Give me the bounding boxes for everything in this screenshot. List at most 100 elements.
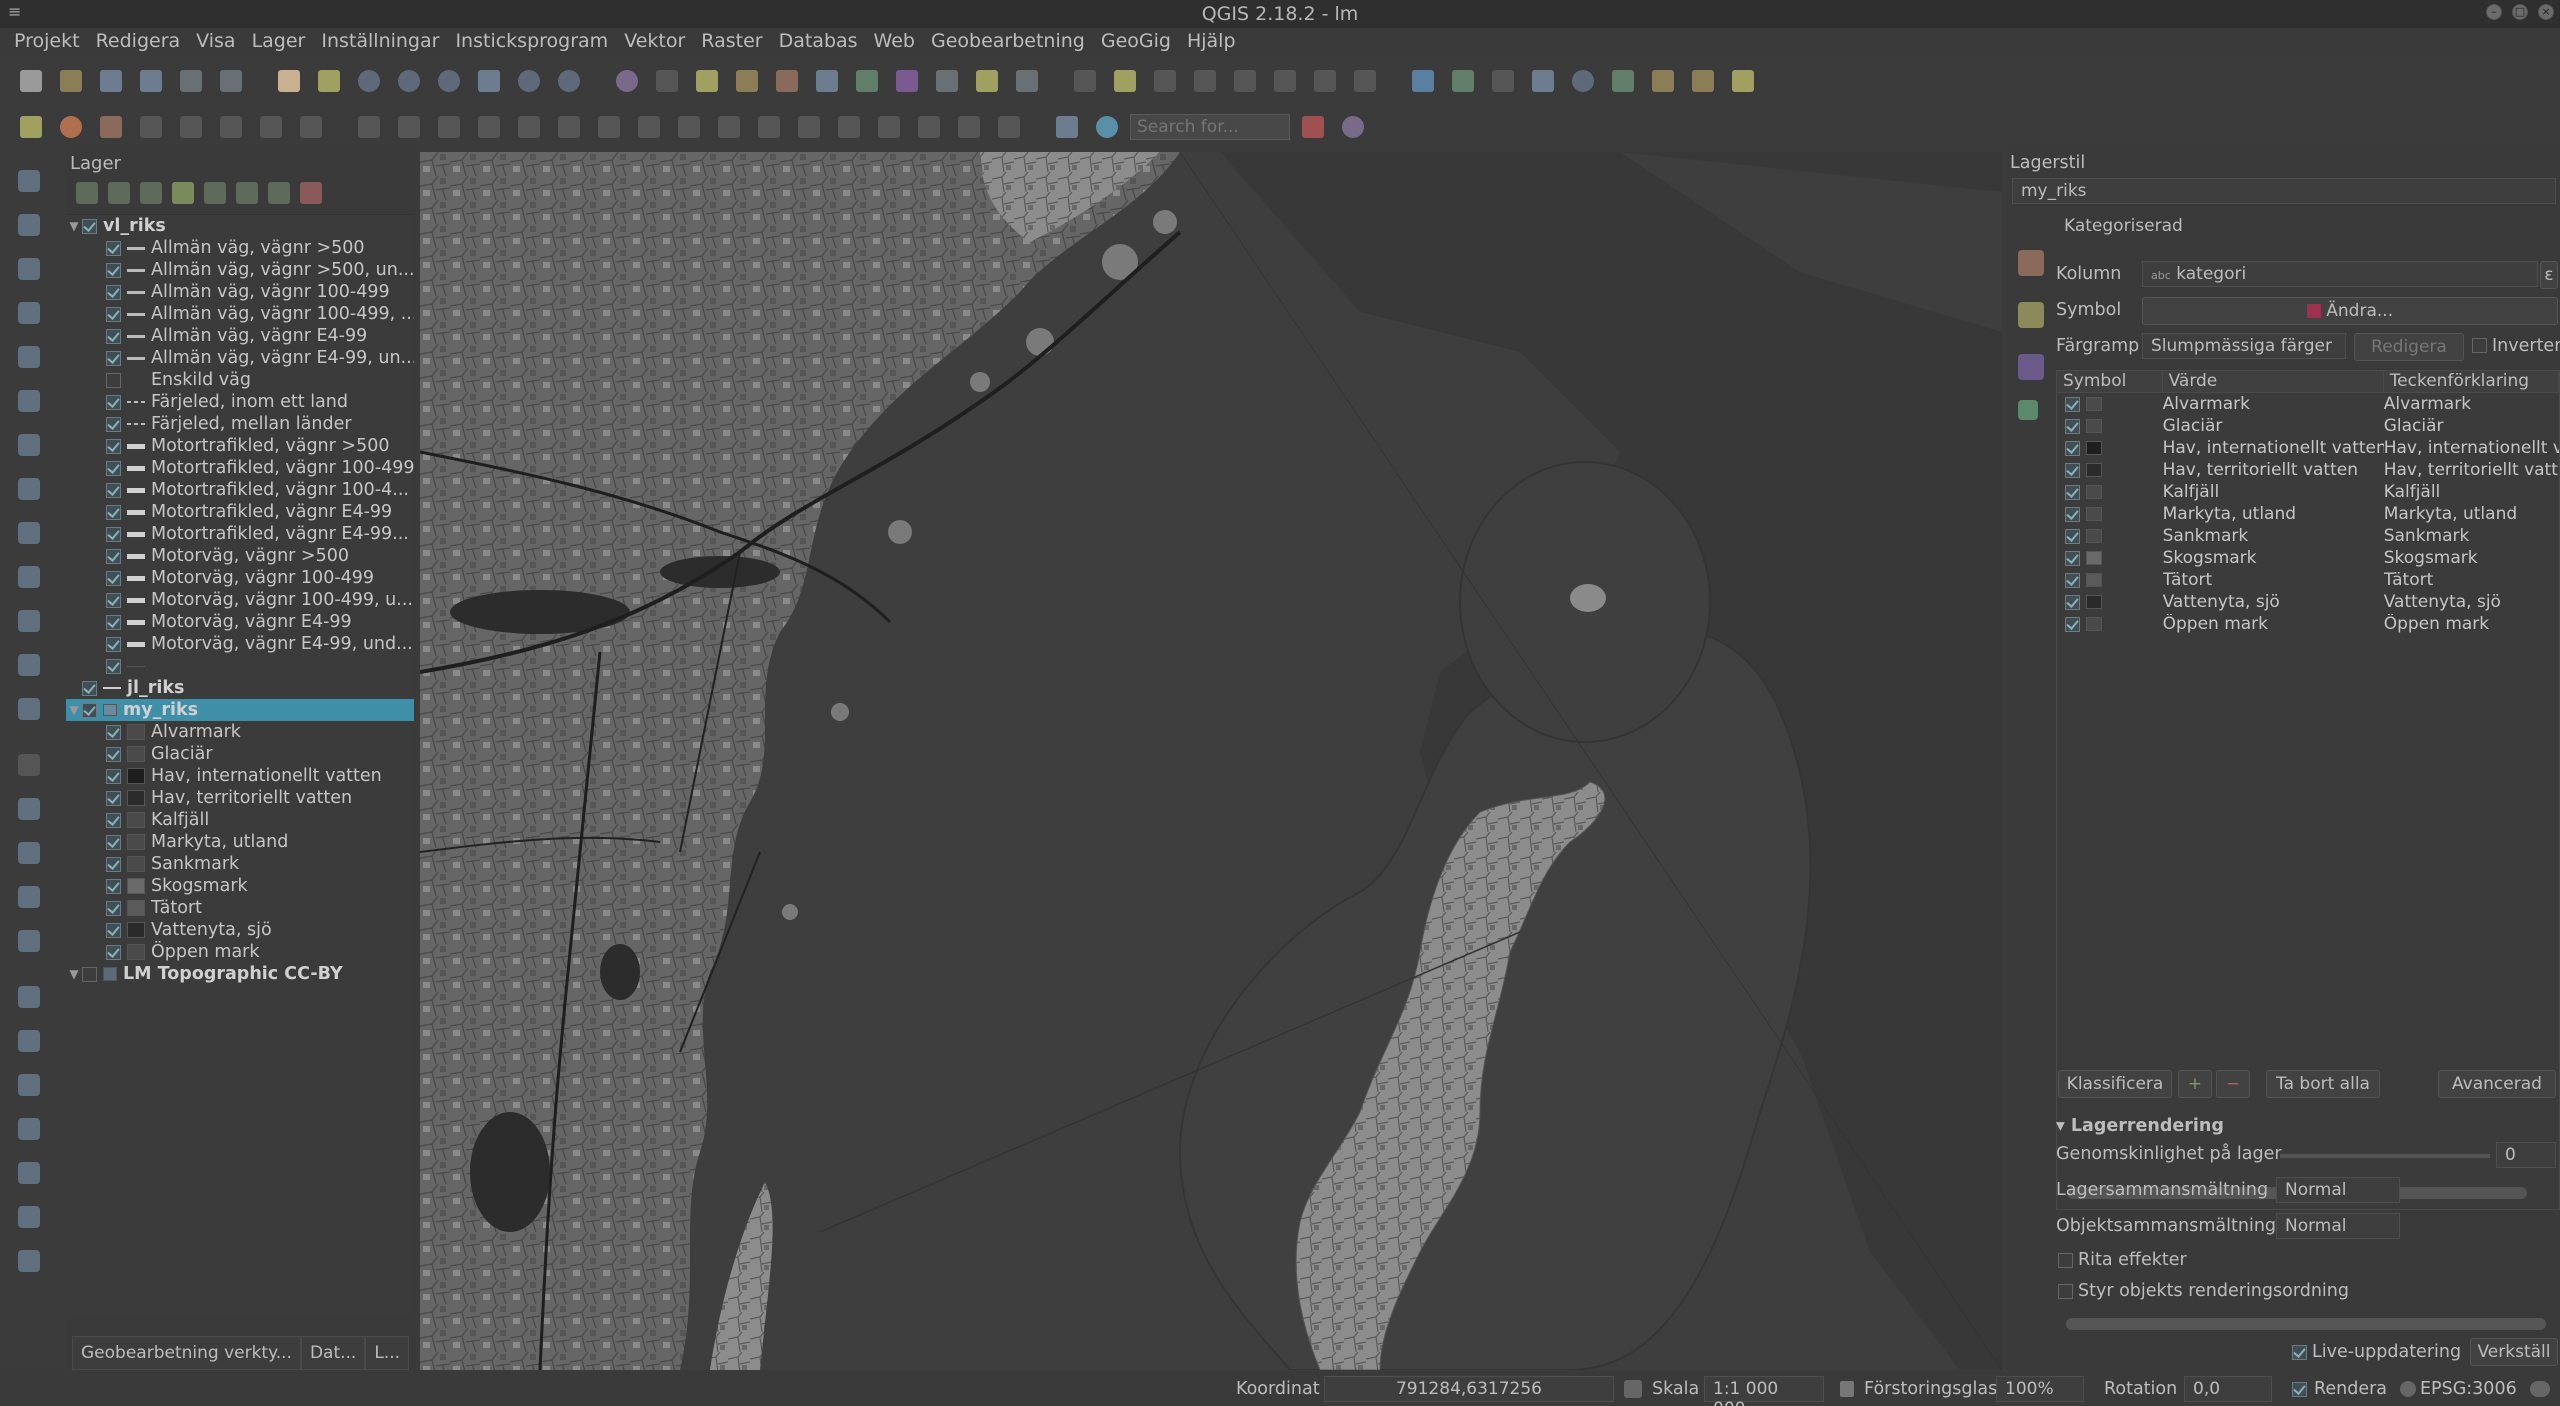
manage-visibility-icon[interactable] — [140, 182, 162, 204]
collapse-arrow-icon[interactable]: ▼ — [66, 703, 82, 717]
category-checkbox[interactable] — [2065, 506, 2080, 522]
adv-digitize-4-button[interactable] — [632, 110, 666, 144]
layer-item[interactable]: Motortrafikled, vägnr >500 — [66, 435, 414, 457]
category-item[interactable]: Tätort — [66, 897, 414, 919]
layer-item[interactable]: Motorväg, vägnr E4-99, und... — [66, 633, 414, 655]
category-legend[interactable]: Sankmark — [2384, 526, 2559, 546]
add-postgis-button[interactable] — [12, 296, 46, 330]
layer-checkbox[interactable] — [106, 416, 121, 432]
category-swatch[interactable] — [2086, 441, 2102, 455]
add-oracle-button[interactable] — [12, 560, 46, 594]
digitize-1-button[interactable] — [352, 110, 386, 144]
category-checkbox[interactable] — [2065, 572, 2080, 588]
category-item[interactable]: Sankmark — [66, 853, 414, 875]
layer-item[interactable]: Färjeled, inom ett land — [66, 391, 414, 413]
select-features-button[interactable] — [690, 64, 724, 98]
add-globe-b-button[interactable] — [12, 924, 46, 958]
layer-checkbox[interactable] — [106, 504, 121, 520]
category-legend[interactable]: Skogsmark — [2384, 548, 2559, 568]
adv-digitize-3-button[interactable] — [592, 110, 626, 144]
category-value[interactable]: Öppen mark — [2163, 614, 2384, 634]
rotation-spinbox[interactable]: 0,0 — [2184, 1376, 2272, 1402]
layer-checkbox[interactable] — [106, 438, 121, 454]
category-checkbox[interactable] — [2065, 528, 2080, 544]
col-legend-header[interactable]: Teckenförklaring — [2384, 371, 2559, 392]
category-value[interactable]: Tätort — [2163, 570, 2384, 590]
expression-button[interactable]: ε — [2540, 261, 2558, 289]
category-item[interactable]: Hav, territoriellt vatten — [66, 787, 414, 809]
add-map-c-button[interactable] — [12, 1112, 46, 1146]
zoom-out-button[interactable] — [392, 64, 426, 98]
field-calculator-button[interactable] — [850, 64, 884, 98]
category-swatch[interactable] — [2086, 463, 2102, 477]
extents-toggle-icon[interactable] — [1624, 1380, 1642, 1398]
layer-item[interactable]: Motortrafikled, vägnr E4-99... — [66, 523, 414, 545]
diagram-button[interactable] — [54, 110, 88, 144]
zoom-layer-button[interactable] — [552, 64, 586, 98]
plugin-refresh-button[interactable] — [1566, 64, 1600, 98]
zoom-full-button[interactable] — [472, 64, 506, 98]
scale-select[interactable]: 1:1 000 000 — [1704, 1376, 1824, 1406]
collapse-arrow-icon[interactable]: ▼ — [66, 219, 82, 233]
layer-item[interactable]: Motorväg, vägnr >500 — [66, 545, 414, 567]
layer-checkbox[interactable] — [106, 328, 121, 344]
add-diamond-button[interactable] — [12, 836, 46, 870]
tab-layers[interactable]: L... — [365, 1336, 410, 1370]
layer-item[interactable]: Allmän väg, vägnr 100-499, ... — [66, 303, 414, 325]
menu-geogig[interactable]: GeoGig — [1093, 28, 1179, 56]
zoom-1-1-button[interactable] — [432, 64, 466, 98]
tab-processing-toolbox[interactable]: Geobearbetning verkty... — [72, 1336, 301, 1370]
add-vector-button[interactable] — [12, 164, 46, 198]
symbol-change-button[interactable]: Ändra... — [2142, 297, 2558, 325]
layer-item[interactable]: Färjeled, mellan länder — [66, 413, 414, 435]
composer-manager-button[interactable] — [214, 64, 248, 98]
toggle-editing-button[interactable] — [1108, 64, 1142, 98]
col-symbol-header[interactable]: Symbol — [2057, 371, 2163, 392]
add-raster-button[interactable] — [12, 208, 46, 242]
adv-digitize-8-button[interactable] — [792, 110, 826, 144]
adv-digitize-2-button[interactable] — [552, 110, 586, 144]
category-swatch[interactable] — [2086, 573, 2102, 587]
menu-lager[interactable]: Lager — [244, 28, 314, 56]
symbology-icon[interactable] — [2018, 250, 2044, 276]
layer-checkbox[interactable] — [106, 922, 121, 938]
category-swatch[interactable] — [2086, 397, 2102, 411]
layer-item[interactable]: Enskild väg — [66, 369, 414, 391]
category-swatch[interactable] — [2086, 529, 2102, 543]
search-icon-button[interactable] — [1090, 110, 1124, 144]
layer-group-my-riks[interactable]: ▼ my_riks — [66, 699, 414, 721]
layer-item[interactable]: Allmän väg, vägnr >500, un... — [66, 259, 414, 281]
invert-checkbox[interactable] — [2472, 338, 2487, 353]
node-tool-button[interactable] — [1268, 64, 1302, 98]
plugin-globe-button[interactable] — [1446, 64, 1480, 98]
tab-browser[interactable]: Dat... — [300, 1336, 366, 1370]
layer-checkbox[interactable] — [82, 680, 97, 696]
coordinate-field[interactable]: 791284,6317256 — [1324, 1376, 1614, 1402]
menu-raster[interactable]: Raster — [693, 28, 770, 56]
layer-checkbox[interactable] — [82, 966, 97, 982]
category-swatch[interactable] — [2086, 419, 2102, 433]
layer-lm-topographic[interactable]: ▼ LM Topographic CC-BY — [66, 963, 414, 985]
category-swatch[interactable] — [2086, 617, 2102, 631]
label-pin-button[interactable] — [94, 110, 128, 144]
feature-blend-select[interactable]: Normal — [2276, 1213, 2400, 1239]
layer-checkbox[interactable] — [82, 702, 97, 718]
filter-expression-icon[interactable] — [204, 182, 226, 204]
layer-checkbox[interactable] — [106, 526, 121, 542]
layer-item[interactable]: Motorväg, vägnr E4-99 — [66, 611, 414, 633]
layer-checkbox[interactable] — [82, 218, 97, 234]
add-map-a-button[interactable] — [12, 1024, 46, 1058]
category-legend[interactable]: Öppen mark — [2384, 614, 2559, 634]
category-item[interactable]: Glaciär — [66, 743, 414, 765]
zoom-in-button[interactable] — [352, 64, 386, 98]
maximize-button[interactable]: □ — [2512, 4, 2528, 20]
layer-item[interactable]: Motortrafikled, vägnr E4-99 — [66, 501, 414, 523]
history-icon[interactable] — [2018, 400, 2038, 420]
add-mssql-button[interactable] — [12, 472, 46, 506]
layer-checkbox[interactable] — [106, 724, 121, 740]
layer-checkbox[interactable] — [106, 636, 121, 652]
category-value[interactable]: Alvarmark — [2163, 394, 2384, 414]
layer-checkbox[interactable] — [106, 856, 121, 872]
category-legend[interactable]: Hav, territoriellt vatt — [2384, 460, 2559, 480]
add-virtual-layer-button[interactable] — [12, 516, 46, 550]
